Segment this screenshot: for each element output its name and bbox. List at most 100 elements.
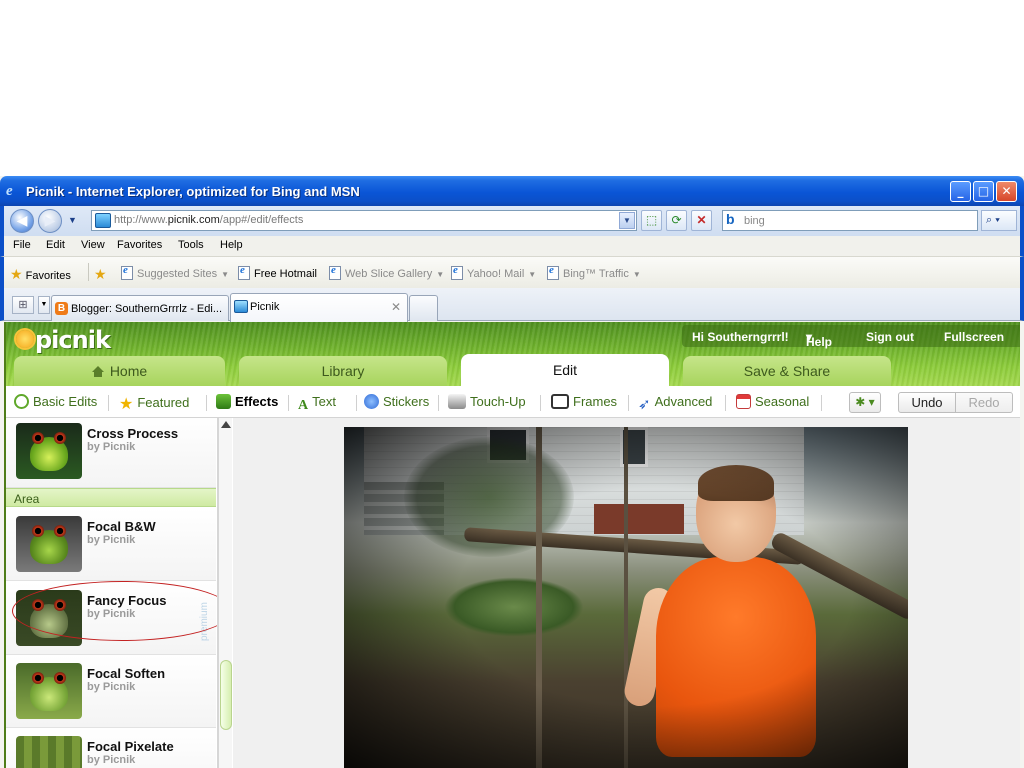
effects-list: Cross Process by Picnik Area Focal B&W b… (6, 418, 218, 768)
subtab-effects[interactable]: Effects (216, 394, 278, 409)
blogger-icon: B (55, 302, 68, 315)
url-text: http://www.picnik.com/app#/edit/effects (114, 214, 304, 226)
effect-focal-bw[interactable]: Focal B&W by Picnik (6, 508, 216, 581)
address-dropdown-icon[interactable]: ▼ (619, 212, 635, 229)
home-icon (91, 366, 104, 377)
effects-icon (216, 394, 231, 409)
text-icon: A (298, 398, 309, 413)
tab-list-dropdown[interactable]: ▼ (38, 296, 50, 314)
highlight-circle (12, 581, 217, 641)
back-button[interactable]: ◀ (10, 209, 34, 233)
favorites-button[interactable]: ★ Favorites (10, 266, 71, 283)
subtab-frames[interactable]: Frames (551, 394, 617, 409)
picnik-app: picnik Hi Southerngrrrl! Help ▾ Sign out… (4, 322, 1020, 768)
settings-gear-button[interactable]: ✱ ▾ (849, 392, 881, 413)
fav-bing-traffic[interactable]: Bing™ Traffic▼ (547, 264, 641, 280)
subtab-featured[interactable]: ★ Featured (119, 394, 189, 413)
menu-bar: File Edit View Favorites Tools Help (0, 236, 1024, 256)
address-row: ◀ ▶ ▼ http://www.picnik.com/app#/edit/ef… (0, 206, 1024, 236)
menu-tools[interactable]: Tools (178, 239, 204, 251)
search-placeholder: bing (744, 215, 765, 227)
fav-yahoo-mail[interactable]: Yahoo! Mail▼ (451, 264, 536, 280)
sun-icon (16, 330, 34, 348)
user-greeting: Hi Southerngrrrl! (692, 330, 789, 344)
effect-thumbnail (16, 423, 82, 479)
bing-icon: b (726, 211, 735, 227)
refresh-icon[interactable]: ⟳ (666, 210, 687, 231)
tab-picnik[interactable]: Picnik ✕ (230, 293, 408, 322)
scroll-up-icon[interactable] (221, 421, 231, 428)
tab-edit[interactable]: Edit (461, 354, 669, 386)
title-bar: e Picnik - Internet Explorer, optimized … (0, 176, 1024, 206)
picnik-logo[interactable]: picnik (16, 326, 111, 356)
star-icon: ★ (119, 396, 134, 413)
subtab-advanced[interactable]: ➶ Advanced (638, 394, 712, 413)
fullscreen-link[interactable]: Fullscreen (944, 330, 1004, 344)
picnik-favicon (95, 213, 111, 228)
forward-button[interactable]: ▶ (38, 209, 62, 233)
photo-canvas (233, 418, 1020, 768)
new-tab-button[interactable] (409, 295, 438, 321)
tab-save-share[interactable]: Save & Share (683, 356, 891, 386)
subtab-text[interactable]: A Text (298, 394, 336, 413)
tab-blogger[interactable]: B Blogger: SouthernGrrrlz - Edi... (51, 295, 229, 321)
touch-up-icon (448, 394, 466, 409)
minimize-button[interactable]: _ (950, 181, 971, 202)
undo-button[interactable]: Undo (898, 392, 956, 413)
menu-view[interactable]: View (81, 239, 105, 251)
edited-photo[interactable] (344, 427, 908, 768)
subtab-seasonal[interactable]: Seasonal (736, 394, 809, 409)
ie-page-icon (121, 264, 133, 280)
edit-subtabs: Basic Edits ★ Featured Effects A Text Stic… (6, 386, 1020, 418)
ie-page-icon (238, 264, 250, 280)
effects-scrollbar[interactable] (218, 418, 232, 768)
subtab-stickers[interactable]: Stickers (364, 394, 429, 409)
close-tab-icon[interactable]: ✕ (391, 300, 401, 314)
sign-out-link[interactable]: Sign out (866, 330, 914, 344)
maximize-button[interactable]: □ (973, 181, 994, 202)
fav-suggested-sites[interactable]: Suggested Sites▼ (121, 264, 229, 280)
tab-bar: ⊞ ▼ B Blogger: SouthernGrrrlz - Edi... P… (0, 288, 1024, 322)
menu-favorites[interactable]: Favorites (117, 239, 162, 251)
help-menu[interactable]: Help ▾ (806, 330, 832, 349)
favorites-bar: ★ Favorites ★ Suggested Sites▼ Free Hotm… (0, 256, 1024, 288)
star-icon: ★ (10, 266, 23, 282)
search-button[interactable]: ⌕ ▾ (981, 210, 1017, 231)
add-favorites-icon[interactable]: ★ (94, 266, 107, 283)
menu-edit[interactable]: Edit (46, 239, 65, 251)
effect-focal-pixelate[interactable]: Focal Pixelate by Picnik (6, 728, 216, 768)
ie-page-icon (329, 264, 341, 280)
redo-button[interactable]: Redo (955, 392, 1013, 413)
scroll-thumb[interactable] (220, 660, 232, 730)
compatibility-view-icon[interactable]: ⬚ (641, 210, 662, 231)
stop-icon[interactable]: ✕ (691, 210, 712, 231)
recent-pages-dropdown[interactable]: ▼ (68, 215, 77, 225)
tab-library[interactable]: Library (239, 356, 447, 386)
advanced-icon: ➶ (638, 396, 651, 413)
effect-thumbnail (16, 516, 82, 572)
fav-web-slice-gallery[interactable]: Web Slice Gallery▼ (329, 264, 444, 280)
close-button[interactable]: ✕ (996, 181, 1017, 202)
tab-home[interactable]: Home (14, 356, 225, 386)
basic-edits-icon (14, 394, 29, 409)
picnik-header: picnik Hi Southerngrrrl! Help ▾ Sign out… (6, 322, 1020, 386)
address-field[interactable]: http://www.picnik.com/app#/edit/effects … (91, 210, 637, 231)
ie-icon: e (6, 183, 13, 199)
user-links: Hi Southerngrrrl! Help ▾ Sign out Fullsc… (682, 325, 1020, 349)
effect-focal-soften[interactable]: Focal Soften by Picnik (6, 655, 216, 728)
frames-icon (551, 394, 569, 409)
window-title: Picnik - Internet Explorer, optimized fo… (26, 184, 360, 199)
quick-tabs-icon[interactable]: ⊞ (12, 296, 34, 314)
search-input[interactable]: b bing (722, 210, 978, 231)
calendar-icon (736, 394, 751, 409)
effect-thumbnail (16, 663, 82, 719)
fav-free-hotmail[interactable]: Free Hotmail (238, 264, 317, 280)
ie-page-icon (451, 264, 463, 280)
menu-file[interactable]: File (13, 239, 31, 251)
browser-window: e Picnik - Internet Explorer, optimized … (0, 176, 1024, 768)
effect-cross-process[interactable]: Cross Process by Picnik (6, 418, 216, 488)
menu-help[interactable]: Help (220, 239, 243, 251)
effect-thumbnail (16, 736, 82, 768)
subtab-touch-up[interactable]: Touch-Up (448, 394, 526, 409)
subtab-basic-edits[interactable]: Basic Edits (14, 394, 97, 409)
